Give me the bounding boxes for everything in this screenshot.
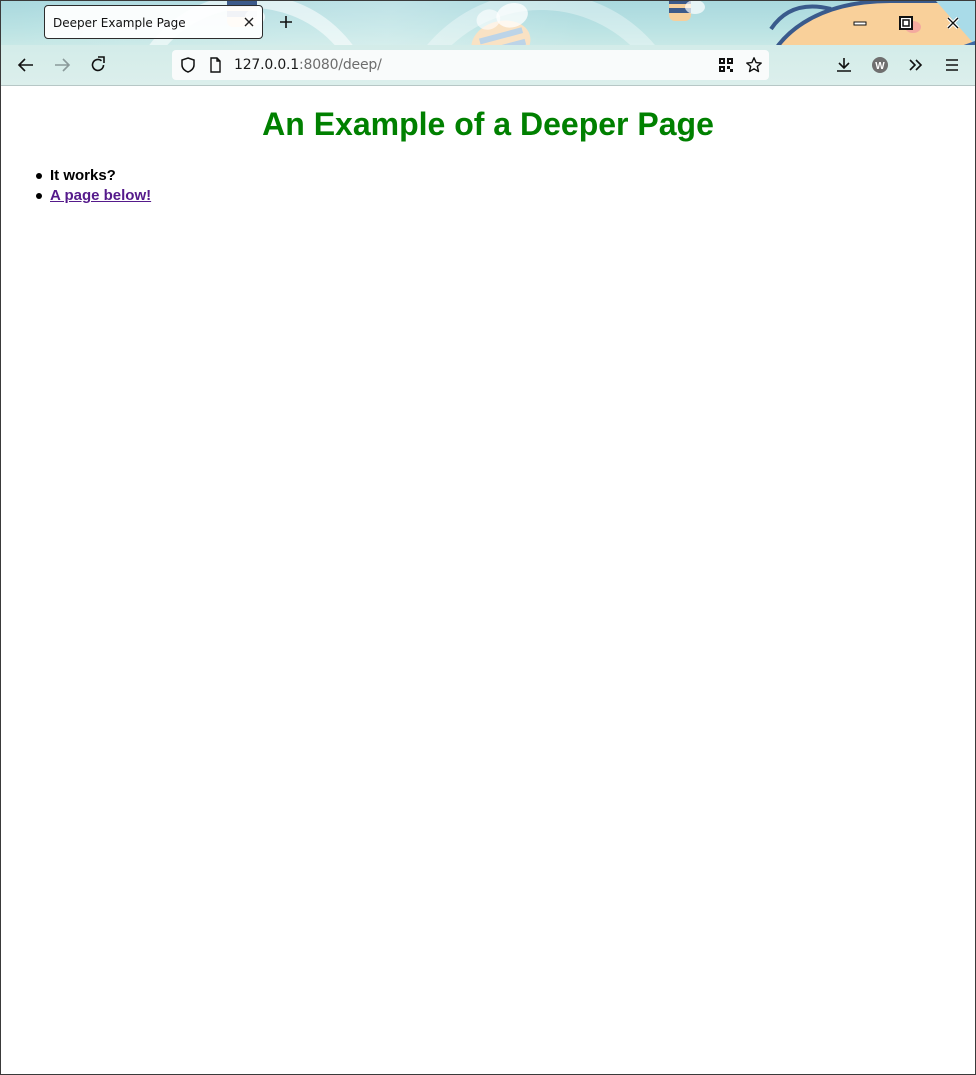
reload-icon[interactable] (88, 55, 108, 75)
qr-code-icon[interactable] (717, 56, 735, 74)
minimize-icon[interactable] (852, 15, 868, 31)
list-item-text: It works? (50, 167, 116, 184)
bullet (36, 193, 42, 199)
list-item: A page below! (34, 186, 151, 206)
url-host: 127.0.0.1 (234, 57, 299, 73)
navigation-toolbar: 127.0.0.1:8080/deep/ W (1, 45, 975, 86)
close-icon[interactable] (242, 15, 256, 29)
arrow-left-icon[interactable] (16, 55, 36, 75)
item-list: It works? A page below! (34, 166, 151, 206)
url-path: :8080/deep/ (299, 57, 382, 73)
account-letter: W (875, 61, 885, 72)
bullet (36, 173, 42, 179)
star-icon[interactable] (745, 56, 763, 74)
download-icon[interactable] (834, 55, 854, 75)
page-icon[interactable] (206, 56, 224, 74)
shield-icon[interactable] (179, 56, 197, 74)
tab-active[interactable]: Deeper Example Page (44, 5, 263, 39)
list-item: It works? (34, 166, 151, 186)
plus-icon[interactable] (278, 14, 294, 30)
page-title: An Example of a Deeper Page (262, 106, 714, 142)
page-below-link[interactable]: A page below! (50, 187, 151, 204)
tab-strip: Deeper Example Page (1, 1, 975, 85)
chevron-double-right-icon[interactable] (906, 55, 926, 75)
close-window-icon[interactable] (945, 15, 961, 31)
restore-icon[interactable] (898, 15, 914, 31)
browser-window: Deeper Example Page 127.0.0.1:8080/deep/… (0, 0, 976, 1075)
page-content: An Example of a Deeper Page It works? A … (1, 86, 975, 1074)
url-text[interactable]: 127.0.0.1:8080/deep/ (234, 57, 382, 73)
tab-title: Deeper Example Page (53, 16, 186, 30)
hamburger-menu-icon[interactable] (942, 55, 962, 75)
account-icon[interactable]: W (870, 55, 890, 75)
url-bar[interactable]: 127.0.0.1:8080/deep/ (172, 50, 769, 80)
arrow-right-icon[interactable] (52, 55, 72, 75)
